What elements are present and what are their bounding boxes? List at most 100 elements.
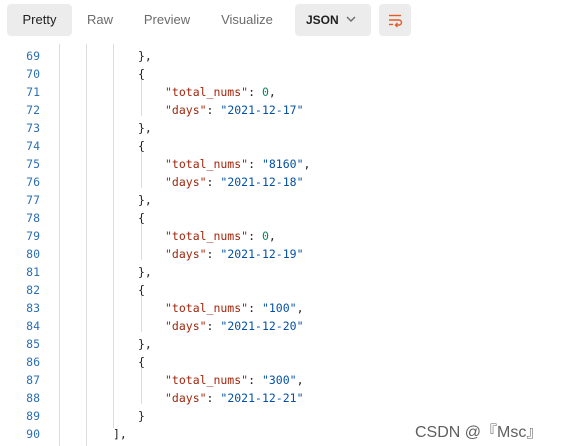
code-line: 86 { — [0, 353, 566, 371]
json-value: 0 — [261, 85, 269, 99]
json-key: "total_nums" — [165, 229, 249, 243]
code-text: "total_nums": "100", — [165, 301, 304, 315]
json-punctuation: { — [138, 139, 145, 153]
code-text: } — [138, 407, 145, 425]
tab-visualize[interactable]: Visualize — [210, 4, 284, 36]
code-line: 78 { — [0, 209, 566, 227]
code-line: 81}, — [0, 263, 566, 281]
json-value: "300" — [261, 373, 297, 387]
tab-preview[interactable]: Preview — [132, 4, 202, 36]
code-line: 70 { — [0, 65, 566, 83]
line-number: 84 — [26, 319, 40, 333]
watermark: CSDN @『Msc』 — [415, 424, 543, 441]
code-text: "total_nums": "300", — [165, 373, 304, 387]
tab-raw[interactable]: Raw — [76, 4, 124, 36]
wrap-lines-icon — [389, 14, 403, 28]
code-line: 83 "total_nums": "100", — [0, 299, 566, 317]
code-line: 77}, — [0, 191, 566, 209]
json-punctuation: ], — [113, 427, 127, 441]
code-line: 88 "days": "2021-12-21" — [0, 389, 566, 407]
code-text: }, — [138, 119, 152, 137]
line-number: 71 — [26, 85, 40, 99]
line-number: 90 — [26, 427, 40, 441]
code-text: ], — [113, 425, 127, 443]
format-select[interactable]: JSON — [295, 4, 371, 36]
chevron-down-icon — [346, 16, 356, 22]
json-value: 0 — [261, 229, 269, 243]
line-number: 81 — [26, 265, 40, 279]
tab-pretty[interactable]: Pretty — [7, 4, 72, 36]
json-key: "days" — [165, 103, 207, 117]
json-key: "days" — [165, 391, 207, 405]
code-line: 71 "total_nums": 0, — [0, 83, 566, 101]
line-number: 78 — [26, 211, 40, 225]
code-text: "days": "2021-12-20" — [165, 319, 304, 333]
line-number: 82 — [26, 283, 40, 297]
code-line: 73}, — [0, 119, 566, 137]
code-line: 74 { — [0, 137, 566, 155]
line-number: 72 — [26, 103, 40, 117]
json-response-body[interactable]: 69}, 70 {71 "total_nums": 0, 72 "days": "2021… — [0, 44, 566, 446]
response-toolbar: Pretty Raw Preview Visualize JSON — [0, 0, 566, 44]
line-number: 86 — [26, 355, 40, 369]
line-number: 83 — [26, 301, 40, 315]
json-key: "days" — [165, 247, 207, 261]
json-punctuation: { — [138, 355, 145, 369]
code-text: "days": "2021-12-18" — [165, 175, 304, 189]
json-key: "days" — [165, 319, 207, 333]
code-text: "total_nums": 0, — [165, 85, 276, 99]
code-line: 84 "days": "2021-12-20" — [0, 317, 566, 335]
json-punctuation: }, — [138, 265, 152, 279]
code-line: 75 "total_nums": "8160", — [0, 155, 566, 173]
code-line: 85}, — [0, 335, 566, 353]
code-text: { — [138, 137, 145, 155]
json-punctuation: }, — [138, 193, 152, 207]
line-number: 80 — [26, 247, 40, 261]
json-punctuation: { — [138, 67, 145, 81]
code-text: }, — [138, 263, 152, 281]
json-punctuation: }, — [138, 49, 152, 63]
code-text: { — [138, 209, 145, 227]
code-line: 76 "days": "2021-12-18" — [0, 173, 566, 191]
code-text: "days": "2021-12-17" — [165, 103, 304, 117]
code-text: }, — [138, 191, 152, 209]
json-key: "total_nums" — [165, 85, 249, 99]
json-key: "total_nums" — [165, 373, 249, 387]
code-text: "total_nums": "8160", — [165, 157, 311, 171]
code-text: { — [138, 353, 145, 371]
json-punctuation: { — [138, 211, 145, 225]
code-line: 82 { — [0, 281, 566, 299]
json-value: "2021-12-19" — [220, 247, 304, 261]
wrap-lines-button[interactable] — [379, 4, 411, 36]
json-key: "total_nums" — [165, 157, 249, 171]
code-text: }, — [138, 335, 152, 353]
code-line: 87 "total_nums": "300", — [0, 371, 566, 389]
line-number: 69 — [26, 49, 40, 63]
json-value: "2021-12-17" — [220, 103, 304, 117]
line-number: 74 — [26, 139, 40, 153]
line-number: 77 — [26, 193, 40, 207]
line-number: 73 — [26, 121, 40, 135]
json-value: "2021-12-18" — [220, 175, 304, 189]
code-text: "days": "2021-12-21" — [165, 391, 304, 405]
json-punctuation: } — [138, 409, 145, 423]
code-text: }, — [138, 47, 152, 65]
json-punctuation: { — [138, 283, 145, 297]
code-line: 79 "total_nums": 0, — [0, 227, 566, 245]
line-number: 88 — [26, 391, 40, 405]
line-number: 70 — [26, 67, 40, 81]
code-text: { — [138, 281, 145, 299]
code-text: { — [138, 65, 145, 83]
line-number: 85 — [26, 337, 40, 351]
line-number: 89 — [26, 409, 40, 423]
json-punctuation: }, — [138, 337, 152, 351]
code-line: 72 "days": "2021-12-17" — [0, 101, 566, 119]
line-number: 76 — [26, 175, 40, 189]
code-text: "total_nums": 0, — [165, 229, 276, 243]
code-line: 69}, — [0, 47, 566, 65]
json-key: "total_nums" — [165, 301, 249, 315]
format-select-value: JSON — [306, 13, 339, 27]
json-value: "100" — [261, 301, 297, 315]
line-number: 75 — [26, 157, 40, 171]
json-punctuation: }, — [138, 121, 152, 135]
